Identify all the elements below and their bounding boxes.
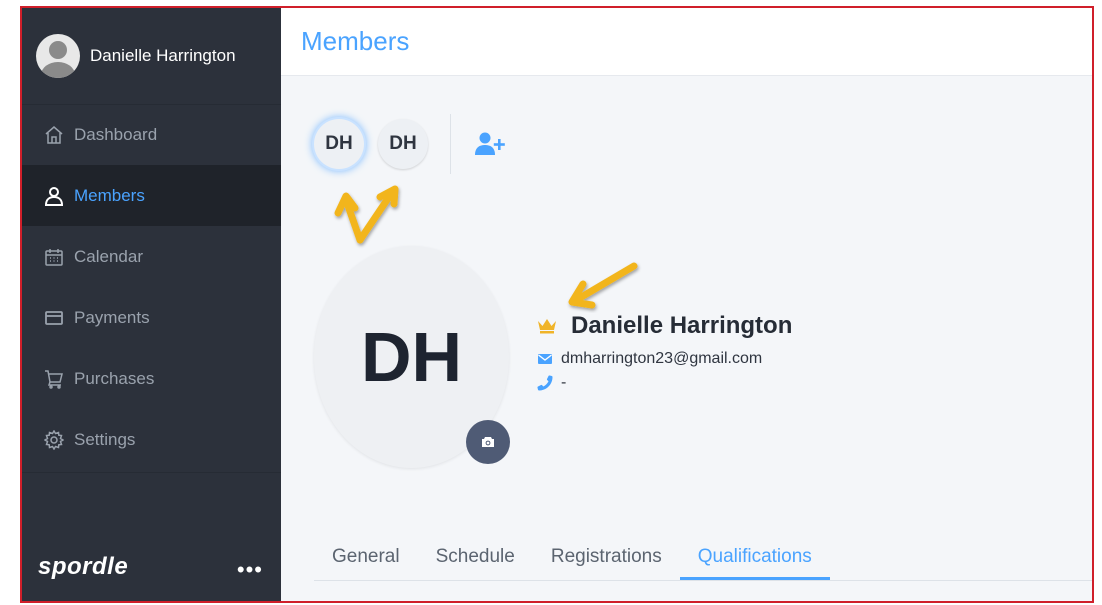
sidebar-item-label: Settings <box>74 429 136 449</box>
member-profile: Danielle Harrington dmharrington23@gmail… <box>537 312 792 392</box>
app-frame: Danielle Harrington Dashboard Members Ca… <box>20 6 1094 603</box>
sidebar-item-label: Calendar <box>74 246 143 266</box>
member-chip-active[interactable]: DH <box>314 119 364 169</box>
chip-divider <box>450 114 451 174</box>
main-content: Members DH DH DH Danielle Harrington dmh… <box>281 8 1092 601</box>
sidebar: Danielle Harrington Dashboard Members Ca… <box>22 8 281 601</box>
member-switcher: DH DH <box>314 114 507 174</box>
member-phone-row: - <box>537 374 792 392</box>
sidebar-item-label: Members <box>74 185 145 205</box>
sidebar-item-settings[interactable]: Settings <box>22 409 281 470</box>
sidebar-item-purchases[interactable]: Purchases <box>22 348 281 409</box>
tab-qualifications[interactable]: Qualifications <box>679 546 830 580</box>
tab-general[interactable]: General <box>314 546 418 580</box>
tab-registrations[interactable]: Registrations <box>533 546 680 580</box>
crown-icon <box>538 319 556 334</box>
sidebar-nav: Dashboard Members Calendar Payments Purc… <box>22 104 281 470</box>
page-title: Members <box>301 26 410 56</box>
sidebar-user[interactable]: Danielle Harrington <box>22 8 281 105</box>
member-email[interactable]: dmharrington23@gmail.com <box>561 350 762 368</box>
profile-tabs: General Schedule Registrations Qualifica… <box>314 528 1092 581</box>
more-options-button[interactable]: ••• <box>237 559 263 581</box>
member-phone: - <box>561 374 567 391</box>
top-bar: Members <box>281 8 1092 76</box>
sidebar-divider <box>22 472 281 473</box>
calendar-icon <box>45 248 63 266</box>
sidebar-item-label: Payments <box>74 307 150 327</box>
tab-schedule[interactable]: Schedule <box>418 546 533 580</box>
user-name: Danielle Harrington <box>90 46 236 65</box>
home-icon <box>45 125 63 144</box>
phone-icon <box>537 375 553 391</box>
cart-icon <box>45 369 63 389</box>
add-member-button[interactable] <box>473 127 507 161</box>
sidebar-item-calendar[interactable]: Calendar <box>22 226 281 287</box>
sidebar-item-payments[interactable]: Payments <box>22 287 281 348</box>
credit-card-icon <box>45 310 63 325</box>
sidebar-item-members[interactable]: Members <box>22 165 281 226</box>
sidebar-item-dashboard[interactable]: Dashboard <box>22 104 281 165</box>
envelope-icon <box>538 354 552 364</box>
member-name: Danielle Harrington <box>571 312 793 339</box>
sidebar-item-label: Purchases <box>74 368 155 388</box>
user-icon <box>44 186 64 206</box>
spordle-logo: spordle <box>38 553 129 580</box>
member-email-row: dmharrington23@gmail.com <box>537 350 792 368</box>
sidebar-item-label: Dashboard <box>74 124 158 144</box>
camera-icon <box>482 437 494 447</box>
change-photo-button[interactable] <box>466 420 510 464</box>
user-avatar <box>36 34 80 78</box>
member-chip[interactable]: DH <box>378 119 428 169</box>
add-user-icon <box>475 132 505 155</box>
gear-icon <box>44 429 64 450</box>
